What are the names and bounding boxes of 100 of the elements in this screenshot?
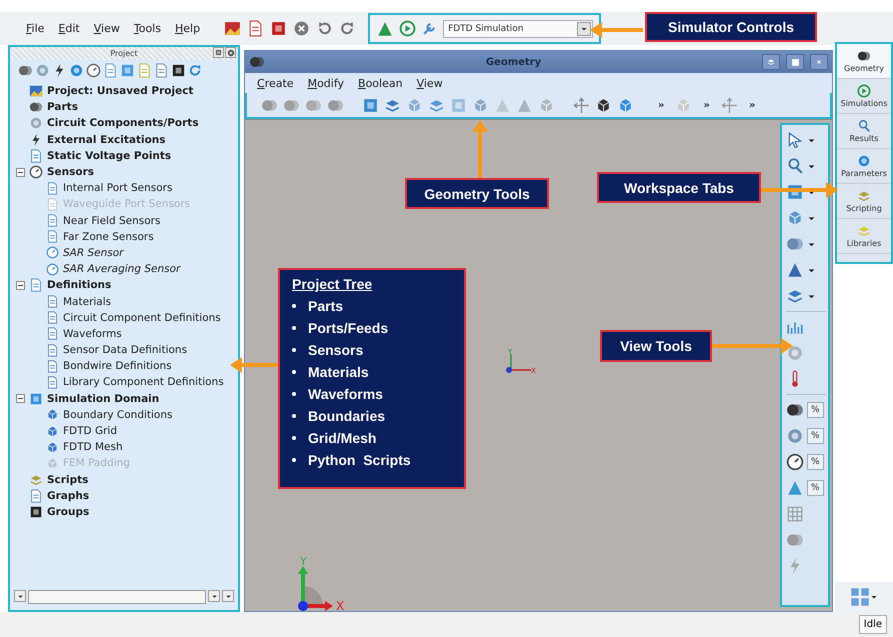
close-button[interactable] [810,54,828,70]
cube-icon[interactable] [595,96,612,114]
triangle-icon[interactable] [786,479,804,497]
collapse-icon[interactable] [16,280,25,290]
play-icon[interactable] [399,20,416,37]
tree-item[interactable]: FDTD Mesh [63,441,123,454]
close-icon[interactable] [293,20,310,37]
tree-item[interactable]: Circuit Component Definitions [63,312,221,324]
undo-icon[interactable] [316,20,334,37]
workspace-tab[interactable]: Geometry [837,44,891,79]
tree-item[interactable]: Sensor Data Definitions [63,344,188,356]
menu-item[interactable]: Boolean [354,76,407,90]
square-icon [790,58,800,66]
triangle-icon[interactable] [786,261,804,279]
callout: Simulator Controls [645,12,817,42]
scroll-left-button[interactable] [14,590,26,602]
scrollbar[interactable] [28,590,206,604]
magnifier-icon [857,119,871,133]
triangle-icon[interactable] [376,20,394,38]
minimize-button[interactable] [762,54,780,70]
tree-item[interactable]: External Excitations [47,134,166,146]
collapse-icon[interactable] [16,168,25,177]
tree-item[interactable]: Parts [47,101,78,114]
tree-item[interactable]: SAR Averaging Sensor [63,263,180,276]
menu-item[interactable]: File [22,22,48,35]
document-icon[interactable] [154,63,169,78]
document-icon[interactable] [137,63,152,78]
arrows-icon[interactable] [720,96,738,114]
document-icon [29,278,43,292]
tree-item[interactable]: Internal Port Sensors [63,182,172,194]
more-button[interactable]: » [652,100,670,110]
menu-item[interactable]: Modify [304,76,348,90]
callout-item: Materials [308,364,369,380]
tree-item[interactable]: Simulation Domain [47,392,160,405]
tree-item[interactable]: SAR Sensor [63,246,124,259]
percent-button[interactable]: % [807,454,824,470]
tree-item[interactable]: Static Voltage Points [47,150,172,162]
tree-item[interactable]: Circuit Components/Ports [47,117,199,130]
close-button[interactable] [225,47,236,58]
tree-item[interactable]: Graphs [47,490,90,502]
gauge-icon [29,165,43,180]
tree-item[interactable]: Definitions [47,279,112,292]
tree-item[interactable]: FDTD Grid [63,425,117,438]
menu-item[interactable]: Create [253,76,298,90]
scroll-left-button[interactable] [208,590,220,602]
menu-item[interactable]: View [90,22,124,35]
tree-item[interactable]: Boundary Conditions [63,408,172,421]
tree-item[interactable]: Far Zone Sensors [63,230,154,243]
panes-icon[interactable] [850,587,870,607]
tree-item[interactable]: Library Component Definitions [63,376,224,388]
tree-item[interactable]: Sensors [47,166,94,178]
collapse-icon[interactable] [16,394,25,404]
status-text: Idle [858,615,887,634]
magnifier-icon[interactable] [786,157,804,175]
bullet-icon [292,392,296,396]
menu-item[interactable]: Edit [54,22,84,35]
document-icon [29,488,43,503]
document-icon[interactable] [103,63,118,78]
percent-button[interactable]: % [807,480,824,496]
menu-item[interactable]: Help [170,22,204,35]
percent-button[interactable]: % [807,428,824,444]
restore-button[interactable] [786,54,804,70]
document-icon [46,327,59,340]
gauge-icon[interactable] [786,453,804,471]
picture-icon[interactable] [224,20,242,37]
menu-item[interactable]: Tools [130,22,165,35]
restore-button[interactable] [213,47,224,58]
sphere-icon [249,54,265,70]
cursor-icon[interactable] [786,131,804,149]
tree-item[interactable]: Waveforms [63,328,122,340]
scroll-right-button[interactable] [222,590,234,602]
menu-item[interactable]: View [412,76,447,90]
tree-item[interactable]: Scripts [47,474,88,486]
grid-icon[interactable] [786,505,804,523]
document-icon [46,311,59,324]
bullet-icon [292,370,296,374]
tab-label: Geometry [844,64,884,73]
tree-item[interactable]: Near Field Sensors [63,214,160,227]
bullet-icon [292,436,296,440]
more-button[interactable]: » [697,100,716,110]
tree-item[interactable]: Materials [63,296,112,308]
callout-arrow [230,357,278,373]
tree-item[interactable]: Bondwire Definitions [63,360,172,372]
simulation-select[interactable]: FDTD Simulation [443,20,594,38]
more-button[interactable]: » [742,100,762,110]
arrows-icon[interactable] [573,96,590,114]
gauge-icon [46,246,59,260]
tree-item[interactable]: Project: Unsaved Project [47,85,194,98]
square-icon[interactable] [171,63,186,78]
tab-label: Libraries [846,239,882,248]
callout-item: Boundaries [308,408,386,424]
circle-icon[interactable] [786,427,804,445]
document-icon[interactable] [247,20,264,37]
gauge-icon[interactable] [86,63,101,78]
percent-button[interactable]: % [807,402,824,418]
sphere-icon [857,49,871,63]
circle-icon[interactable] [786,344,804,362]
sphere-icon[interactable] [18,63,33,78]
gauge-icon [46,262,59,276]
tree-item[interactable]: Groups [47,506,90,518]
